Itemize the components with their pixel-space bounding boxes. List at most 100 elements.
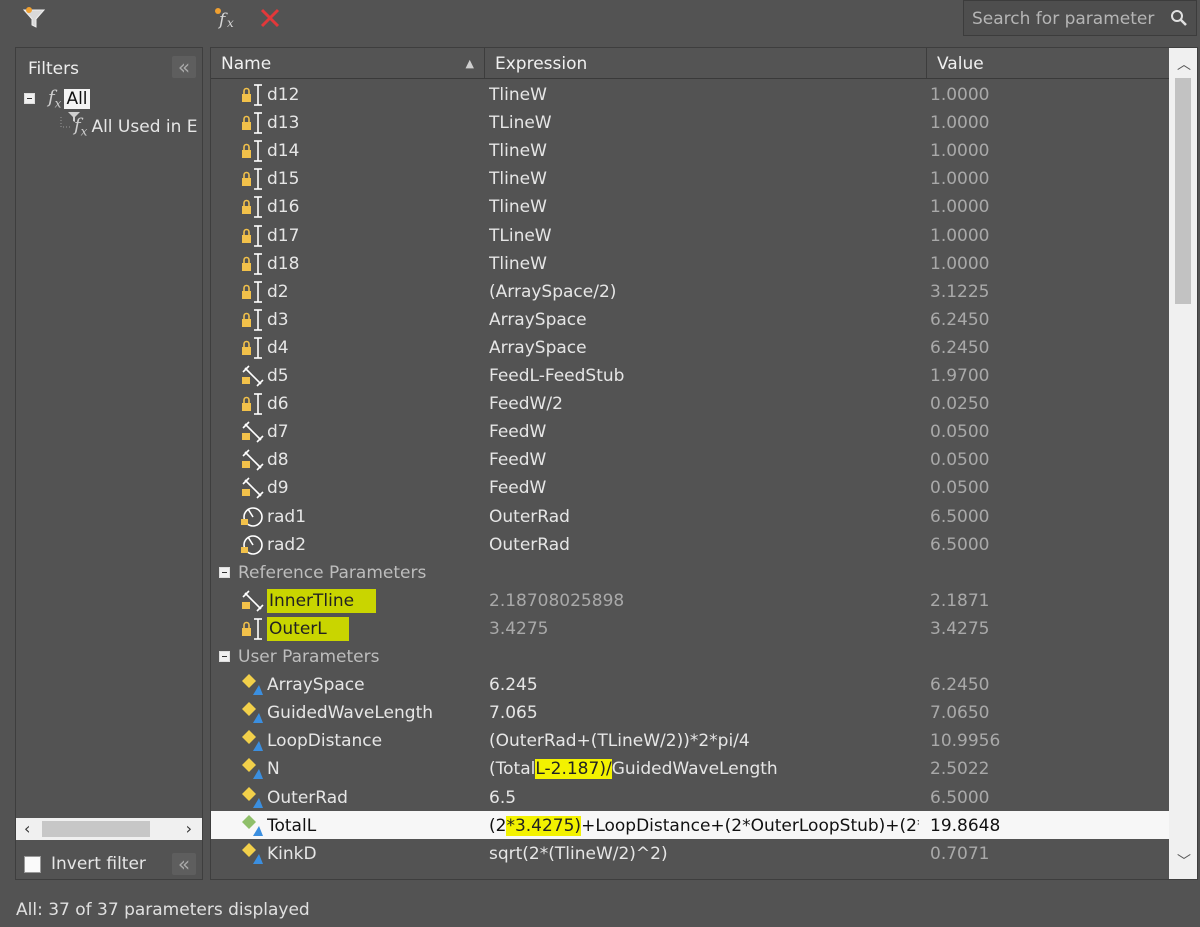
column-header-name[interactable]: Name ▲ bbox=[211, 48, 485, 78]
parameter-row[interactable]: d13 TLineW 1.0000 bbox=[211, 108, 1169, 136]
parameter-name[interactable]: KinkD bbox=[267, 839, 483, 867]
parameter-name[interactable]: d13 bbox=[267, 108, 483, 136]
search-box[interactable] bbox=[963, 0, 1197, 36]
parameter-row[interactable]: d6 FeedW/2 0.0250 bbox=[211, 389, 1169, 417]
parameter-name[interactable]: d6 bbox=[267, 389, 483, 417]
parameter-name[interactable]: d5 bbox=[267, 361, 483, 389]
parameter-row[interactable]: TotalL (2*3.4275)+LoopDistance+(2*OuterLo… bbox=[211, 810, 1169, 839]
parameter-expression[interactable]: FeedW bbox=[489, 417, 919, 445]
parameter-expression[interactable]: 6.245 bbox=[489, 670, 919, 698]
collapse-filters-button[interactable]: « bbox=[172, 55, 196, 79]
filters-horizontal-scrollbar[interactable]: ‹ › bbox=[16, 818, 202, 840]
parameter-expression[interactable]: TlineW bbox=[489, 80, 919, 108]
parameter-name[interactable]: OuterRad bbox=[267, 783, 483, 811]
parameter-row[interactable]: InnerTline 2.18708025898 2.1871 bbox=[211, 586, 1169, 614]
parameter-expression[interactable]: ArraySpace bbox=[489, 333, 919, 361]
parameter-expression[interactable]: (2*3.4275)+LoopDistance+(2*OuterLoopStub… bbox=[489, 811, 919, 839]
tree-item-all[interactable]: fx All bbox=[24, 87, 90, 111]
parameter-row[interactable]: d18 TlineW 1.0000 bbox=[211, 249, 1169, 277]
scroll-right-icon[interactable]: › bbox=[186, 819, 192, 838]
group-collapse-toggle[interactable] bbox=[219, 566, 230, 578]
parameter-expression[interactable]: FeedW bbox=[489, 473, 919, 501]
parameter-expression[interactable]: TlineW bbox=[489, 164, 919, 192]
parameter-row[interactable]: d15 TlineW 1.0000 bbox=[211, 164, 1169, 192]
parameter-row[interactable]: d5 FeedL-FeedStub 1.9700 bbox=[211, 361, 1169, 389]
parameter-row[interactable]: d3 ArraySpace 6.2450 bbox=[211, 305, 1169, 333]
add-parameter-button[interactable]: f x bbox=[212, 3, 244, 33]
tree-collapse-toggle[interactable] bbox=[24, 93, 35, 105]
parameter-name[interactable]: OuterL bbox=[267, 614, 483, 642]
parameter-expression[interactable]: sqrt(2*(TlineW/2)^2) bbox=[489, 839, 919, 867]
parameter-row[interactable]: d9 FeedW 0.0500 bbox=[211, 473, 1169, 501]
parameter-row[interactable]: KinkD sqrt(2*(TlineW/2)^2) 0.7071 bbox=[211, 839, 1169, 867]
parameter-expression[interactable]: OuterRad bbox=[489, 530, 919, 558]
parameter-expression[interactable]: 3.4275 bbox=[489, 614, 919, 642]
parameter-expression[interactable]: TLineW bbox=[489, 108, 919, 136]
scroll-up-icon[interactable]: ︿ bbox=[1177, 54, 1191, 74]
parameter-row[interactable]: d12 TlineW 1.0000 bbox=[211, 80, 1169, 108]
grid-vertical-scrollbar[interactable]: ︿ ﹀ bbox=[1169, 48, 1197, 879]
parameter-name[interactable]: InnerTline bbox=[267, 586, 483, 614]
parameter-row[interactable]: d2 (ArraySpace/2) 3.1225 bbox=[211, 277, 1169, 305]
tree-item-all-used[interactable]: fx All Used in E bbox=[60, 112, 198, 139]
parameter-expression[interactable]: TLineW bbox=[489, 221, 919, 249]
parameter-name[interactable]: d17 bbox=[267, 221, 483, 249]
parameter-name[interactable]: TotalL bbox=[267, 811, 483, 839]
parameter-name[interactable]: GuidedWaveLength bbox=[267, 698, 483, 726]
parameter-name[interactable]: d3 bbox=[267, 305, 483, 333]
parameter-name[interactable]: d12 bbox=[267, 80, 483, 108]
parameter-name[interactable]: d16 bbox=[267, 192, 483, 220]
parameter-expression[interactable]: 7.065 bbox=[489, 698, 919, 726]
parameter-expression[interactable]: TlineW bbox=[489, 192, 919, 220]
parameter-name[interactable]: d7 bbox=[267, 417, 483, 445]
group-reference-parameters[interactable]: Reference Parameters bbox=[211, 558, 1169, 586]
parameter-expression[interactable]: (OuterRad+(TLineW/2))*2*pi/4 bbox=[489, 726, 919, 754]
collapse-bottom-button[interactable]: « bbox=[172, 852, 196, 876]
parameter-name[interactable]: d2 bbox=[267, 277, 483, 305]
parameter-expression[interactable]: (ArraySpace/2) bbox=[489, 277, 919, 305]
group-user-parameters[interactable]: User Parameters bbox=[211, 642, 1169, 670]
parameter-row[interactable]: d14 TlineW 1.0000 bbox=[211, 136, 1169, 164]
scrollbar-thumb[interactable] bbox=[42, 821, 150, 837]
parameter-row[interactable]: LoopDistance (OuterRad+(TLineW/2))*2*pi/4… bbox=[211, 726, 1169, 754]
parameter-row[interactable]: d16 TlineW 1.0000 bbox=[211, 192, 1169, 220]
scroll-down-icon[interactable]: ﹀ bbox=[1177, 851, 1191, 871]
search-input[interactable] bbox=[970, 6, 1164, 32]
parameter-expression[interactable]: TlineW bbox=[489, 249, 919, 277]
parameter-row[interactable]: rad1 OuterRad 6.5000 bbox=[211, 502, 1169, 530]
parameter-expression[interactable]: FeedW bbox=[489, 445, 919, 473]
parameter-name[interactable]: N bbox=[267, 754, 483, 782]
column-header-value[interactable]: Value bbox=[927, 48, 1169, 78]
parameter-name[interactable]: ArraySpace bbox=[267, 670, 483, 698]
parameter-name[interactable]: d18 bbox=[267, 249, 483, 277]
invert-filter-checkbox[interactable] bbox=[24, 855, 41, 873]
parameter-name[interactable]: d15 bbox=[267, 164, 483, 192]
parameter-row[interactable]: GuidedWaveLength 7.065 7.0650 bbox=[211, 698, 1169, 726]
parameter-name[interactable]: d8 bbox=[267, 445, 483, 473]
parameter-row[interactable]: d8 FeedW 0.0500 bbox=[211, 445, 1169, 473]
parameter-expression[interactable]: (TotalL-2.187)/GuidedWaveLength bbox=[489, 754, 919, 782]
parameter-row[interactable]: d17 TLineW 1.0000 bbox=[211, 221, 1169, 249]
parameter-name[interactable]: d14 bbox=[267, 136, 483, 164]
parameter-name[interactable]: rad1 bbox=[267, 502, 483, 530]
invert-filter-option[interactable]: Invert filter bbox=[24, 854, 146, 874]
group-collapse-toggle[interactable] bbox=[219, 651, 230, 662]
parameter-row[interactable]: rad2 OuterRad 6.5000 bbox=[211, 530, 1169, 558]
parameter-row[interactable]: ArraySpace 6.245 6.2450 bbox=[211, 670, 1169, 698]
search-icon[interactable] bbox=[1170, 9, 1188, 32]
parameter-expression[interactable]: 2.18708025898 bbox=[489, 586, 919, 614]
parameter-row[interactable]: OuterL 3.4275 3.4275 bbox=[211, 614, 1169, 642]
parameter-expression[interactable]: 6.5 bbox=[489, 783, 919, 811]
filter-button[interactable] bbox=[18, 3, 50, 33]
parameter-expression[interactable]: FeedL-FeedStub bbox=[489, 361, 919, 389]
parameter-name[interactable]: d4 bbox=[267, 333, 483, 361]
parameter-expression[interactable]: FeedW/2 bbox=[489, 389, 919, 417]
parameter-row[interactable]: N (TotalL-2.187)/GuidedWaveLength 2.5022 bbox=[211, 754, 1169, 782]
scroll-left-icon[interactable]: ‹ bbox=[24, 819, 30, 838]
column-header-expression[interactable]: Expression bbox=[485, 48, 927, 78]
parameter-name[interactable]: d9 bbox=[267, 473, 483, 501]
vertical-scrollbar-thumb[interactable] bbox=[1175, 78, 1191, 304]
parameter-name[interactable]: LoopDistance bbox=[267, 726, 483, 754]
parameter-expression[interactable]: TlineW bbox=[489, 136, 919, 164]
parameter-expression[interactable]: ArraySpace bbox=[489, 305, 919, 333]
